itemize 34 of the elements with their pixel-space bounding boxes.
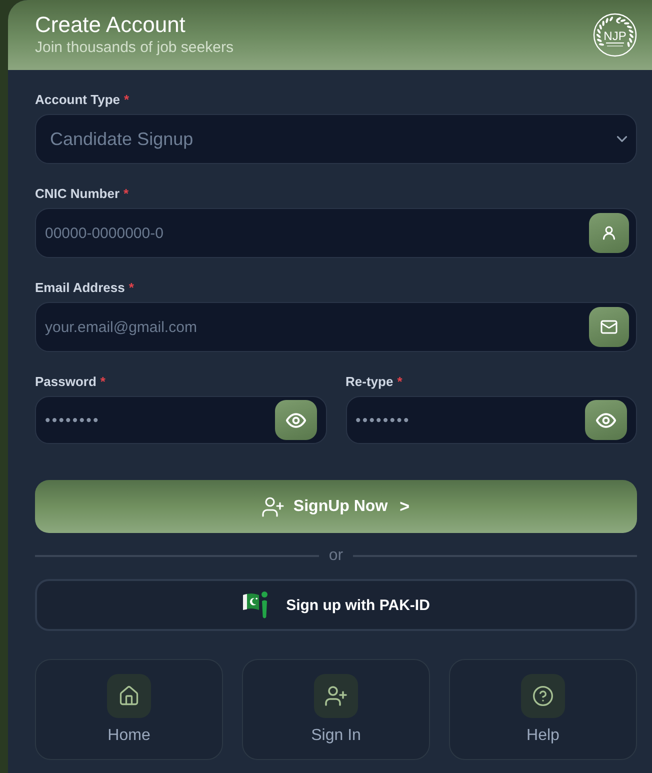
account-type-select[interactable]: Candidate Signup bbox=[35, 114, 637, 164]
required-mark: * bbox=[100, 374, 106, 390]
field-label: Account Type bbox=[35, 92, 120, 108]
show-password-button[interactable] bbox=[274, 400, 316, 440]
required-mark: * bbox=[397, 374, 402, 390]
user-plus-icon bbox=[262, 496, 284, 516]
required-mark: * bbox=[124, 92, 130, 108]
page-subtitle: Join thousands of job seekers bbox=[35, 38, 234, 56]
pak-id-button[interactable]: Sign up with PAK-ID bbox=[35, 579, 637, 631]
eye-icon bbox=[286, 412, 306, 428]
cnic-field[interactable]: 00000-0000000-0 bbox=[35, 208, 637, 258]
divider-text: or bbox=[328, 547, 344, 565]
email-field[interactable]: your.email@gmail.com bbox=[35, 302, 637, 352]
required-mark: * bbox=[128, 280, 134, 296]
envelope-icon bbox=[589, 307, 629, 347]
home-link[interactable]: Home bbox=[35, 659, 223, 760]
emblem-logo: NJP bbox=[593, 13, 637, 57]
page-title: Create Account bbox=[35, 12, 186, 38]
field-label: Password bbox=[35, 374, 96, 390]
field-label: Re-type bbox=[346, 374, 394, 390]
chevron-down-icon bbox=[617, 136, 627, 142]
question-icon bbox=[521, 674, 565, 718]
person-icon bbox=[589, 213, 629, 253]
sign-in-link[interactable]: Sign In bbox=[242, 659, 430, 760]
flag-person-icon bbox=[242, 590, 270, 620]
signup-button[interactable]: SignUp Now > bbox=[35, 480, 637, 533]
required-mark: * bbox=[124, 186, 129, 202]
field-label: Email Address bbox=[35, 280, 125, 296]
help-link[interactable]: Help bbox=[449, 659, 637, 760]
field-label: CNIC Number bbox=[35, 186, 120, 202]
eye-icon bbox=[596, 412, 616, 428]
show-password-button[interactable] bbox=[585, 400, 627, 440]
user-plus-icon bbox=[314, 674, 358, 718]
house-icon bbox=[107, 674, 151, 718]
